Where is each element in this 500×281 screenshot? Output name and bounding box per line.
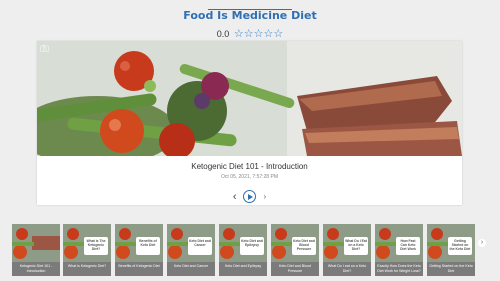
playlist-item-6[interactable]: Keto Diet and Blood Pressure Keto Diet a… <box>271 224 319 276</box>
playlist-strip: Ketogenic Diet 101 - Introduction What i… <box>12 224 488 276</box>
playlist-item-label: Ketogenic Diet 101 - Introduction <box>12 262 60 276</box>
thumbnail-overlay-text: Keto Diet and Cancer <box>188 237 212 255</box>
thumbnail-overlay-text: Keto Diet and Epilepsy <box>240 237 264 255</box>
food-photo <box>37 41 462 156</box>
playlist-item-label: What Do I eat on a Keto Diet? <box>323 262 371 276</box>
star-icon-3[interactable]: ☆ <box>254 28 264 40</box>
title-rule <box>208 9 292 10</box>
playlist-item-2[interactable]: What is The Ketogenic Diet? What is Keto… <box>63 224 111 276</box>
camera-icon <box>40 44 49 52</box>
previous-button[interactable]: ‹ <box>233 191 237 203</box>
playlist-item-label: Keto Diet and Blood Pressure <box>271 262 319 276</box>
next-button[interactable]: › <box>263 192 266 201</box>
playlist-item-label: Benefits of Ketogenic Diet <box>115 262 163 276</box>
video-date: Oct 05, 2021, 7:57:28 PM <box>221 174 278 180</box>
star-icon-5[interactable]: ☆ <box>273 28 283 40</box>
playlist-item-label: Getting Started on the Keto Diet <box>427 262 475 276</box>
thumbnail-overlay-text: What is The Ketogenic Diet? <box>84 237 108 255</box>
playlist-item-9[interactable]: Getting Started on the Keto Diet Getting… <box>427 224 475 276</box>
playlist-item-1[interactable]: Ketogenic Diet 101 - Introduction <box>12 224 60 276</box>
playlist-item-label: Keto Diet and Cancer <box>167 262 215 276</box>
playlist-item-label: Keto Diet and Epilepsy <box>219 262 267 276</box>
video-title: Ketogenic Diet 101 - Introduction <box>191 162 308 171</box>
star-icon-4[interactable]: ☆ <box>263 28 273 40</box>
app: Food Is Medicine Diet 0.0 ☆☆☆☆☆ Ketogeni… <box>0 0 500 281</box>
playlist-item-4[interactable]: Keto Diet and Cancer Keto Diet and Cance… <box>167 224 215 276</box>
page-title: Food Is Medicine Diet <box>183 9 317 22</box>
playlist-item-7[interactable]: What Do I Eat on a Keto Diet? What Do I … <box>323 224 371 276</box>
thumbnail-overlay-text: What Do I Eat on a Keto Diet? <box>344 237 368 255</box>
playlist-item-5[interactable]: Keto Diet and Epilepsy Keto Diet and Epi… <box>219 224 267 276</box>
header: Food Is Medicine Diet <box>0 4 500 24</box>
thumbnail-overlay-text: Keto Diet and Blood Pressure <box>292 237 316 255</box>
star-icon-2[interactable]: ☆ <box>244 28 254 40</box>
playlist-item-label: Exactly How Does the Keto Diet Work for … <box>375 262 423 276</box>
star-icon-1[interactable]: ☆ <box>234 28 244 40</box>
thumbnail-image <box>12 224 60 262</box>
playlist-item-label: What is Ketogenic Diet? <box>63 262 111 276</box>
play-button[interactable] <box>243 190 256 204</box>
rating: 0.0 ☆☆☆☆☆ <box>0 27 500 40</box>
video-thumbnail[interactable] <box>37 41 462 156</box>
thumbnail-overlay-text: Benefits of Keto Diet <box>136 237 160 255</box>
player-controls: ‹ › <box>37 188 462 204</box>
playlist-item-8[interactable]: How Fast Can Keto Diet Work Exactly How … <box>375 224 423 276</box>
playlist-item-3[interactable]: Benefits of Keto Diet Benefits of Ketoge… <box>115 224 163 276</box>
thumbnail-overlay-text: Getting Started on the Keto Diet <box>448 237 472 255</box>
thumbnail-overlay-text: How Fast Can Keto Diet Work <box>396 237 420 255</box>
rating-score: 0.0 <box>216 29 230 39</box>
video-card: Ketogenic Diet 101 - Introduction Oct 05… <box>37 41 462 205</box>
playlist-next-arrow[interactable]: › <box>478 239 486 247</box>
